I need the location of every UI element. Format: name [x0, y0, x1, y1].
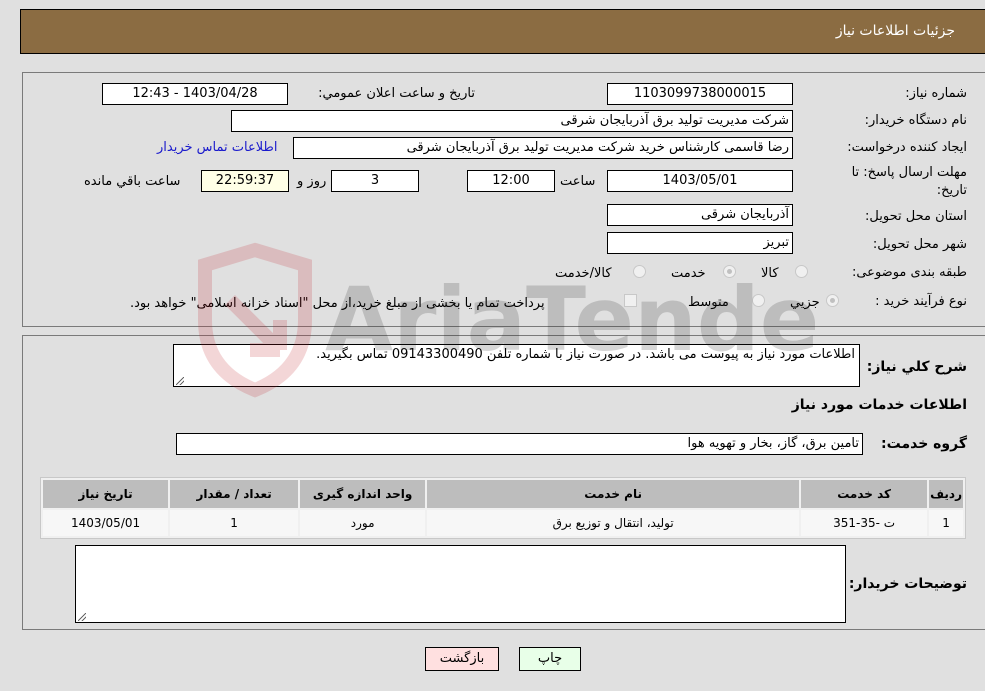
cell-row-number: 1: [929, 510, 963, 536]
cell-quantity: 1: [170, 510, 299, 536]
process-type-label: نوع فرآیند خرید :: [875, 294, 967, 309]
remaining-time-label: ساعت باقي مانده: [84, 174, 181, 189]
category-radio-goods-service[interactable]: [633, 265, 646, 278]
buyer-contact-link[interactable]: اطلاعات تماس خریدار: [157, 140, 277, 155]
need-number-field: 1103099738000015: [607, 83, 793, 105]
category-radio-goods[interactable]: [795, 265, 808, 278]
process-radio-minor[interactable]: [826, 294, 839, 307]
buyer-org-field: شرکت مدیریت تولید برق آذربایجان شرقی: [231, 110, 793, 132]
days-remaining-field: 3: [331, 170, 419, 192]
category-option-goods-service: کالا/خدمت: [555, 266, 612, 281]
page-header: جزئیات اطلاعات نیاز: [20, 9, 985, 54]
deadline-time-label: ساعت: [560, 174, 596, 189]
col-header-quantity: تعداد / مقدار: [170, 480, 299, 508]
province-field: آذربایجان شرقی: [607, 204, 793, 226]
days-label: روز و: [297, 174, 327, 189]
service-group-label: گروه خدمت:: [881, 436, 967, 452]
col-header-row-number: ردیف: [929, 480, 963, 508]
category-option-goods: کالا: [761, 266, 779, 281]
table-row: 1 ت -35-351 تولید، انتقال و توزیع برق مو…: [43, 510, 963, 536]
province-label: استان محل تحویل:: [865, 209, 967, 224]
description-textarea[interactable]: اطلاعات مورد نیاز به پیوست می باشد. در ص…: [173, 344, 860, 387]
col-header-need-date: تاریخ نیاز: [43, 480, 169, 508]
page-title: جزئیات اطلاعات نیاز: [835, 23, 955, 39]
description-text: اطلاعات مورد نیاز به پیوست می باشد. در ص…: [316, 347, 855, 362]
services-heading: اطلاعات خدمات مورد نیاز: [791, 397, 967, 413]
need-number-label: شماره نیاز:: [905, 86, 967, 101]
back-button[interactable]: بازگشت: [425, 647, 499, 671]
cell-unit: مورد: [300, 510, 426, 536]
remaining-time-field: 22:59:37: [201, 170, 289, 192]
buyer-notes-label: توضیحات خریدار:: [848, 576, 967, 592]
col-header-service-name: نام خدمت: [427, 480, 800, 508]
process-option-medium: متوسط: [688, 295, 729, 310]
resize-handle-icon[interactable]: [78, 613, 86, 621]
buyer-org-label: نام دستگاه خریدار:: [864, 113, 967, 128]
process-radio-medium[interactable]: [752, 294, 765, 307]
cell-service-name: تولید، انتقال و توزیع برق: [427, 510, 800, 536]
process-option-minor: جزیي: [790, 295, 820, 310]
col-header-unit: واحد اندازه گیری: [300, 480, 426, 508]
announce-date-field: 1403/04/28 - 12:43: [102, 83, 288, 105]
description-label: شرح کلي نیاز:: [866, 359, 967, 375]
treasury-checkbox[interactable]: [624, 294, 637, 307]
city-field: تبریز: [607, 232, 793, 254]
service-group-field: تامین برق، گاز، بخار و تهویه هوا: [176, 433, 863, 455]
deadline-time-field: 12:00: [467, 170, 555, 192]
resize-handle-icon[interactable]: [176, 377, 184, 385]
creator-label: ایجاد کننده درخواست:: [847, 140, 967, 155]
table-header-row: ردیف کد خدمت نام خدمت واحد اندازه گیری ت…: [43, 480, 963, 508]
print-button[interactable]: چاپ: [519, 647, 581, 671]
announce-date-label: تاریخ و ساعت اعلان عمومي:: [318, 86, 475, 101]
buyer-notes-textarea[interactable]: [75, 545, 846, 623]
creator-field: رضا قاسمی کارشناس خرید شرکت مدیریت تولید…: [293, 137, 793, 159]
city-label: شهر محل تحویل:: [872, 237, 967, 252]
treasury-note: پرداخت تمام یا بخشی از مبلغ خرید،از محل …: [130, 296, 545, 311]
category-option-service: خدمت: [671, 266, 706, 281]
col-header-service-code: کد خدمت: [801, 480, 928, 508]
category-label: طبقه بندی موضوعی:: [851, 265, 967, 280]
deadline-date-field: 1403/05/01: [607, 170, 793, 192]
category-radio-service[interactable]: [723, 265, 736, 278]
cell-service-code: ت -35-351: [801, 510, 928, 536]
deadline-label: مهلت ارسال پاسخ: تا تاریخ:: [851, 165, 967, 198]
services-table: ردیف کد خدمت نام خدمت واحد اندازه گیری ت…: [40, 477, 966, 539]
cell-need-date: 1403/05/01: [43, 510, 169, 536]
